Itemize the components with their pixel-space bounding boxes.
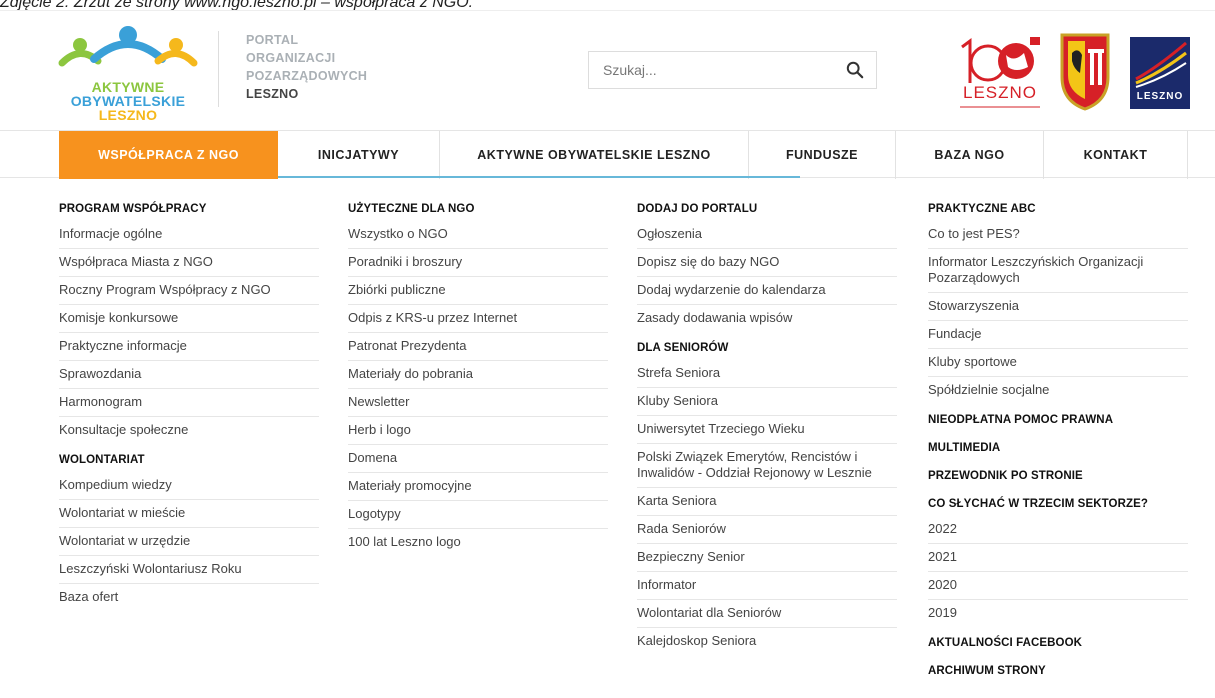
menu-link[interactable]: Baza ofert	[59, 584, 319, 611]
section-title[interactable]: UŻYTECZNE DLA NGO	[348, 199, 608, 221]
section-title[interactable]: AKTUALNOŚCI FACEBOOK	[928, 633, 1188, 655]
menu-link[interactable]: Wolontariat w urzędzie	[59, 528, 319, 556]
search-input[interactable]	[589, 52, 829, 88]
section-title[interactable]: WOLONTARIAT	[59, 450, 319, 472]
menu-link[interactable]: Materiały promocyjne	[348, 473, 608, 501]
menu-link[interactable]: Sprawozdania	[59, 361, 319, 389]
menu-link[interactable]: Patronat Prezydenta	[348, 333, 608, 361]
portal-line-4: LESZNO	[246, 87, 299, 101]
menu-link[interactable]: Strefa Seniora	[637, 360, 897, 388]
menu-link[interactable]: Stowarzyszenia	[928, 293, 1188, 321]
nav-hover-underline	[278, 176, 800, 178]
menu-link[interactable]: 2020	[928, 572, 1188, 600]
leszno-100-logo[interactable]: LESZNO	[954, 33, 1046, 113]
menu-link[interactable]: Polski Związek Emerytów, Rencistów i Inw…	[637, 444, 897, 488]
main-navigation: WSPÓŁPRACA Z NGO INICJATYWY AKTYWNE OBYW…	[0, 130, 1215, 179]
people-figures-icon	[58, 26, 198, 67]
mega-menu: PROGRAM WSPÓŁPRACY Informacje ogólne Wsp…	[0, 179, 1215, 698]
menu-link[interactable]: Dopisz się do bazy NGO	[637, 249, 897, 277]
menu-link[interactable]: Współpraca Miasta z NGO	[59, 249, 319, 277]
section-title[interactable]: PRAKTYCZNE ABC	[928, 199, 1188, 221]
menu-column-program: PROGRAM WSPÓŁPRACY Informacje ogólne Wsp…	[59, 199, 319, 611]
menu-link[interactable]: Zbiórki publiczne	[348, 277, 608, 305]
menu-link[interactable]: Bezpieczny Senior	[637, 544, 897, 572]
menu-link[interactable]: Kluby Seniora	[637, 388, 897, 416]
section-title[interactable]: PRZEWODNIK PO STRONIE	[928, 466, 1188, 488]
site-header: AKTYWNE OBYWATELSKIE LESZNO PORTAL ORGAN…	[0, 10, 1215, 130]
coat-of-arms-icon	[1060, 33, 1110, 111]
logo-line-3: LESZNO	[98, 107, 158, 123]
menu-link[interactable]: Dodaj wydarzenie do kalendarza	[637, 277, 897, 305]
leszno-rozwin-skrzydla-logo[interactable]: LESZNO	[1130, 37, 1190, 109]
section-title[interactable]: DODAJ DO PORTALU	[637, 199, 897, 221]
menu-link[interactable]: Uniwersytet Trzeciego Wieku	[637, 416, 897, 444]
leszno-coat-of-arms[interactable]	[1058, 29, 1112, 113]
nav-item-inicjatywy[interactable]: INICJATYWY	[278, 131, 440, 179]
menu-link[interactable]: 100 lat Leszno logo	[348, 529, 608, 556]
portal-line-3: POZARZĄDOWYCH	[246, 69, 368, 83]
section-title[interactable]: DLA SENIORÓW	[637, 338, 897, 360]
menu-link[interactable]: Logotypy	[348, 501, 608, 529]
nav-item-aktywne-obywatelskie[interactable]: AKTYWNE OBYWATELSKIE LESZNO	[440, 131, 749, 179]
portal-line-2: ORGANIZACJI	[246, 51, 336, 65]
menu-link[interactable]: Domena	[348, 445, 608, 473]
menu-link[interactable]: Konsultacje społeczne	[59, 417, 319, 444]
menu-column-dodaj: DODAJ DO PORTALU Ogłoszenia Dopisz się d…	[637, 199, 897, 655]
header-divider	[218, 31, 219, 107]
menu-link[interactable]: Spółdzielnie socjalne	[928, 377, 1188, 404]
menu-link[interactable]: Poradniki i broszury	[348, 249, 608, 277]
menu-link[interactable]: 2019	[928, 600, 1188, 627]
menu-link[interactable]: Kalejdoskop Seniora	[637, 628, 897, 655]
menu-link[interactable]: Roczny Program Współpracy z NGO	[59, 277, 319, 305]
logo-line-1: AKTYWNE	[91, 79, 165, 95]
nav-item-fundusze[interactable]: FUNDUSZE	[749, 131, 896, 179]
nav-item-kontakt[interactable]: KONTAKT	[1044, 131, 1188, 179]
leszno-100-text: LESZNO	[962, 83, 1038, 102]
search-box	[588, 51, 877, 89]
section-title[interactable]: ARCHIWUM STRONY	[928, 661, 1188, 683]
logo-line-2: OBYWATELSKIE	[70, 93, 186, 109]
menu-link[interactable]: Co to jest PES?	[928, 221, 1188, 249]
nav-item-wspolpraca[interactable]: WSPÓŁPRACA Z NGO	[59, 131, 278, 179]
menu-link[interactable]: Kompedium wiedzy	[59, 472, 319, 500]
menu-link[interactable]: Karta Seniora	[637, 488, 897, 516]
section-title[interactable]: CO SŁYCHAĆ W TRZECIM SEKTORZE?	[928, 494, 1188, 516]
menu-column-uzyteczne: UŻYTECZNE DLA NGO Wszystko o NGO Poradni…	[348, 199, 608, 556]
menu-link[interactable]: Rada Seniorów	[637, 516, 897, 544]
menu-link[interactable]: Wolontariat w mieście	[59, 500, 319, 528]
menu-link[interactable]: Leszczyński Wolontariusz Roku	[59, 556, 319, 584]
menu-link[interactable]: 2022	[928, 516, 1188, 544]
rozwin-text: LESZNO	[1136, 91, 1184, 102]
nav-item-baza-ngo[interactable]: BAZA NGO	[896, 131, 1044, 179]
menu-link[interactable]: Harmonogram	[59, 389, 319, 417]
menu-link[interactable]: Informator Leszczyńskich Organizacji Poz…	[928, 249, 1188, 293]
menu-link[interactable]: Herb i logo	[348, 417, 608, 445]
menu-link[interactable]: Kluby sportowe	[928, 349, 1188, 377]
menu-link[interactable]: Wolontariat dla Seniorów	[637, 600, 897, 628]
search-icon[interactable]	[846, 61, 864, 79]
portal-name: PORTAL ORGANIZACJI POZARZĄDOWYCH LESZNO	[246, 31, 367, 103]
menu-link[interactable]: 2021	[928, 544, 1188, 572]
menu-link[interactable]: Odpis z KRS-u przez Internet	[348, 305, 608, 333]
portal-line-1: PORTAL	[246, 33, 299, 47]
section-title[interactable]: MULTIMEDIA	[928, 438, 1188, 460]
menu-link[interactable]: Wszystko o NGO	[348, 221, 608, 249]
section-title[interactable]: PROGRAM WSPÓŁPRACY	[59, 199, 319, 221]
menu-link[interactable]: Fundacje	[928, 321, 1188, 349]
menu-link[interactable]: Newsletter	[348, 389, 608, 417]
menu-link[interactable]: Zasady dodawania wpisów	[637, 305, 897, 332]
menu-link[interactable]: Informacje ogólne	[59, 221, 319, 249]
menu-column-praktyczne: PRAKTYCZNE ABC Co to jest PES? Informato…	[928, 199, 1188, 683]
section-title[interactable]: NIEODPŁATNA POMOC PRAWNA	[928, 410, 1188, 432]
aktywne-obywatelskie-logo[interactable]: AKTYWNE OBYWATELSKIE LESZNO	[58, 25, 198, 125]
menu-link[interactable]: Informator	[637, 572, 897, 600]
menu-link[interactable]: Materiały do pobrania	[348, 361, 608, 389]
menu-link[interactable]: Komisje konkursowe	[59, 305, 319, 333]
menu-link[interactable]: Praktyczne informacje	[59, 333, 319, 361]
menu-link[interactable]: Ogłoszenia	[637, 221, 897, 249]
